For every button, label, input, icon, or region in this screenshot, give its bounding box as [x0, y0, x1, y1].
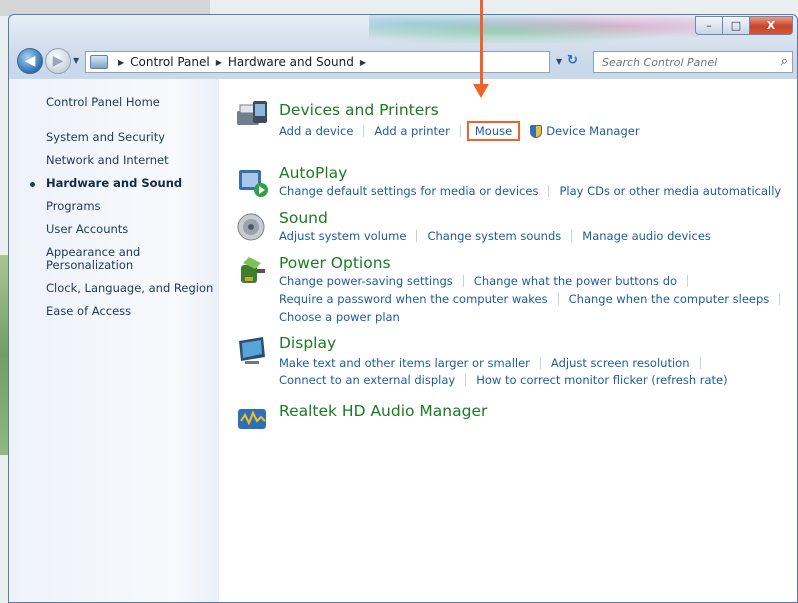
control-panel-icon — [90, 55, 108, 69]
add-a-printer-link[interactable]: Add a printer — [374, 124, 449, 138]
recent-pages-dropdown[interactable]: ▼ — [73, 56, 79, 65]
category-pane: Devices and Printers Add a device Add a … — [221, 79, 797, 602]
desktop-edge — [0, 255, 8, 455]
sidebar-item-network-and-internet[interactable]: Network and Internet — [46, 154, 169, 167]
link-divider — [687, 275, 689, 287]
breadcrumb-hardware-and-sound[interactable]: Hardware and Sound — [228, 55, 354, 69]
address-dropdown-icon[interactable]: ▼ — [556, 57, 562, 66]
refresh-icon[interactable]: ↻ — [567, 53, 587, 71]
monitor-flicker-help-link[interactable]: How to correct monitor flicker (refresh … — [476, 373, 727, 387]
breadcrumb-separator-icon[interactable]: ▶ — [118, 58, 124, 67]
content-area: Control Panel Home System and Security N… — [9, 79, 797, 602]
devices-and-printers-title[interactable]: Devices and Printers — [279, 101, 439, 119]
sidebar: Control Panel Home System and Security N… — [9, 79, 219, 602]
link-divider — [363, 125, 365, 137]
sidebar-item-control-panel-home[interactable]: Control Panel Home — [46, 96, 160, 109]
devices-and-printers-icon — [237, 101, 267, 125]
add-a-device-link[interactable]: Add a device — [279, 124, 353, 138]
link-divider — [539, 357, 541, 369]
link-divider — [548, 185, 550, 197]
sidebar-item-hardware-and-sound[interactable]: Hardware and Sound — [46, 177, 182, 190]
link-divider — [699, 357, 701, 369]
sidebar-item-programs[interactable]: Programs — [46, 200, 101, 213]
sidebar-item-clock-language-region[interactable]: Clock, Language, and Region — [46, 282, 213, 295]
device-manager-link[interactable]: Device Manager — [546, 124, 639, 138]
sidebar-item-appearance-line2[interactable]: Personalization — [46, 259, 133, 272]
autoplay-links-row: Change default settings for media or dev… — [279, 184, 781, 198]
display-links-row-1: Make text and other items larger or smal… — [279, 356, 711, 370]
require-password-on-wake-link[interactable]: Require a password when the computer wak… — [279, 292, 548, 306]
back-arrow-icon: ◀ — [24, 53, 36, 69]
devices-links-row: Add a device Add a printer Mouse Device … — [279, 121, 640, 141]
aero-glass-art — [369, 15, 699, 43]
link-divider — [779, 293, 781, 305]
sound-links-row: Adjust system volume Change system sound… — [279, 229, 711, 243]
connect-external-display-link[interactable]: Connect to an external display — [279, 373, 455, 387]
link-divider — [462, 275, 464, 287]
display-icon — [239, 337, 265, 364]
breadcrumb-separator-icon[interactable]: ▶ — [216, 58, 222, 67]
realtek-audio-icon — [238, 409, 266, 429]
display-links-row-2: Connect to an external display How to co… — [279, 373, 728, 387]
sidebar-item-ease-of-access[interactable]: Ease of Access — [46, 305, 131, 318]
power-links-row-2: Require a password when the computer wak… — [279, 292, 790, 306]
search-input[interactable] — [602, 55, 762, 69]
link-divider — [459, 125, 461, 137]
adjust-screen-resolution-link[interactable]: Adjust screen resolution — [551, 356, 690, 370]
uac-shield-icon — [530, 124, 543, 138]
control-panel-window: – □ X ◀ ▶ ▼ ▶ Control Panel ▶ Hardware a… — [8, 14, 798, 603]
active-bullet-icon — [30, 182, 35, 187]
choose-power-plan-link[interactable]: Choose a power plan — [279, 310, 400, 324]
breadcrumb-separator-icon[interactable]: ▶ — [360, 58, 366, 67]
search-icon[interactable]: ⌕ — [781, 54, 788, 69]
change-system-sounds-link[interactable]: Change system sounds — [427, 229, 561, 243]
search-box[interactable]: ⌕ — [593, 51, 793, 73]
close-button[interactable]: X — [749, 16, 793, 35]
autoplay-icon — [239, 170, 268, 197]
link-divider — [557, 293, 559, 305]
change-when-computer-sleeps-link[interactable]: Change when the computer sleeps — [569, 292, 770, 306]
sidebar-item-system-and-security[interactable]: System and Security — [46, 131, 165, 144]
change-power-buttons-link[interactable]: Change what the power buttons do — [474, 274, 677, 288]
change-power-saving-settings-link[interactable]: Change power-saving settings — [279, 274, 453, 288]
manage-audio-devices-link[interactable]: Manage audio devices — [582, 229, 711, 243]
power-options-icon — [241, 257, 265, 283]
link-divider — [465, 374, 467, 386]
forward-button[interactable]: ▶ — [45, 48, 71, 74]
annotation-arrow-line — [480, 0, 483, 86]
play-cds-automatically-link[interactable]: Play CDs or other media automatically — [559, 184, 781, 198]
maximize-button[interactable]: □ — [722, 16, 749, 35]
sidebar-item-user-accounts[interactable]: User Accounts — [46, 223, 128, 236]
change-default-media-settings-link[interactable]: Change default settings for media or dev… — [279, 184, 538, 198]
power-options-title[interactable]: Power Options — [279, 254, 391, 272]
title-bar[interactable]: – □ X — [9, 15, 797, 45]
navigation-bar: ◀ ▶ ▼ ▶ Control Panel ▶ Hardware and Sou… — [9, 45, 797, 79]
back-button[interactable]: ◀ — [17, 48, 43, 74]
make-text-larger-link[interactable]: Make text and other items larger or smal… — [279, 356, 530, 370]
breadcrumb-control-panel[interactable]: Control Panel — [130, 55, 210, 69]
caption-buttons: – □ X — [695, 16, 793, 35]
minimize-button[interactable]: – — [695, 16, 722, 35]
autoplay-title[interactable]: AutoPlay — [279, 164, 347, 182]
sound-title[interactable]: Sound — [279, 209, 328, 227]
power-links-row-3: Choose a power plan — [279, 310, 400, 324]
forward-arrow-icon: ▶ — [52, 53, 64, 69]
adjust-system-volume-link[interactable]: Adjust system volume — [279, 229, 406, 243]
link-divider — [416, 230, 418, 242]
desktop-background: – □ X ◀ ▶ ▼ ▶ Control Panel ▶ Hardware a… — [0, 0, 798, 603]
sound-icon — [237, 213, 265, 241]
display-title[interactable]: Display — [279, 334, 336, 352]
mouse-link[interactable]: Mouse — [466, 121, 521, 141]
realtek-hd-audio-manager-title[interactable]: Realtek HD Audio Manager — [279, 402, 487, 420]
link-divider — [571, 230, 573, 242]
power-links-row-1: Change power-saving settings Change what… — [279, 274, 698, 288]
annotation-arrow-head-icon — [473, 84, 489, 98]
